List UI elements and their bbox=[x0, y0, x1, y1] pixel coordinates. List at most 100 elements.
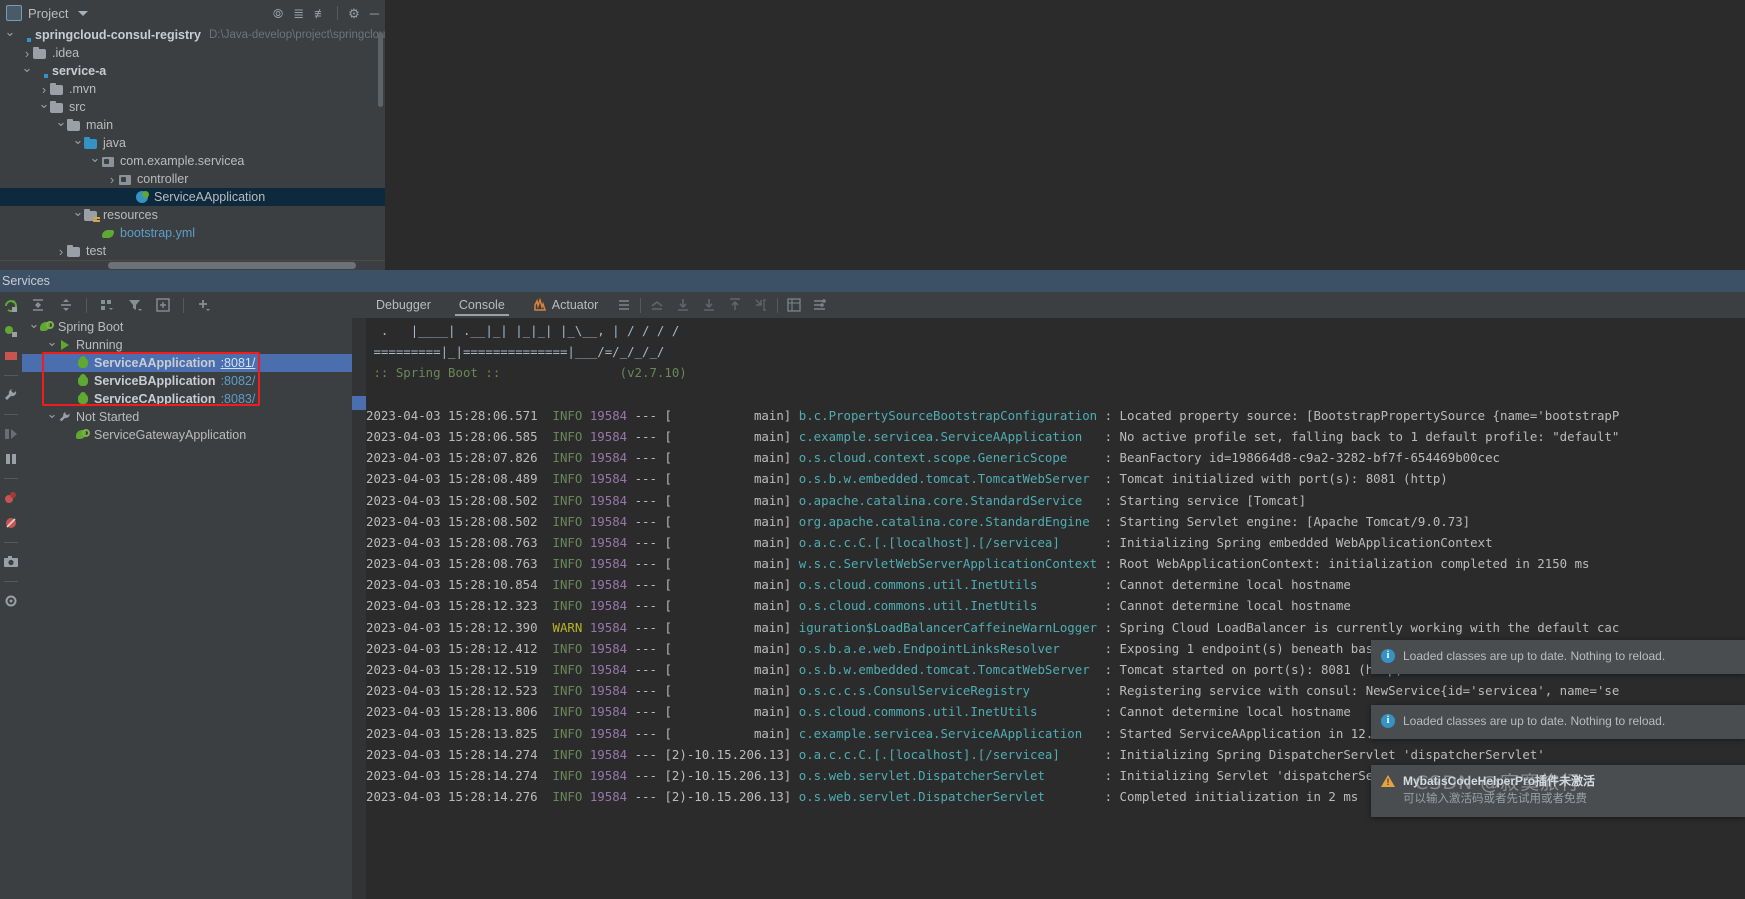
chevron-down-icon[interactable] bbox=[55, 117, 67, 133]
project-tree-row[interactable]: service-a bbox=[0, 62, 385, 80]
services-tree[interactable]: Spring Boot Running ServiceAApplication:80… bbox=[22, 318, 352, 899]
project-tree[interactable]: springcloud-consul-registry D:\Java-devel… bbox=[0, 26, 385, 270]
services-tree-row[interactable]: Not Started bbox=[22, 408, 352, 426]
tree-node-label: java bbox=[103, 136, 126, 150]
tab-console[interactable]: Console bbox=[445, 292, 519, 318]
run-panel-tabbar[interactable]: Debugger Console Actuator bbox=[352, 292, 1745, 318]
expand-all-icon[interactable]: ≣ bbox=[293, 7, 304, 20]
console-log-line: 2023-04-03 15:28:08.763 INFO 19584 --- [… bbox=[366, 534, 1493, 550]
debug-rerun-icon[interactable] bbox=[3, 323, 19, 339]
project-tree-row[interactable]: springcloud-consul-registry D:\Java-devel… bbox=[0, 26, 385, 44]
jump-to-end-icon[interactable] bbox=[753, 297, 769, 313]
add-frame-icon[interactable] bbox=[155, 297, 171, 313]
rerun-icon[interactable] bbox=[3, 298, 19, 314]
filter-icon[interactable] bbox=[127, 297, 143, 313]
expand-all-icon[interactable] bbox=[30, 297, 46, 313]
project-tree-row[interactable]: bootstrap.yml bbox=[0, 224, 385, 242]
settings-wrench-icon[interactable] bbox=[3, 387, 19, 403]
chevron-down-icon[interactable] bbox=[38, 99, 50, 115]
project-vertical-scrollbar[interactable] bbox=[378, 32, 383, 107]
stop-icon[interactable] bbox=[3, 348, 19, 364]
chevron-down-icon[interactable] bbox=[72, 135, 84, 151]
chevron-right-icon[interactable] bbox=[55, 244, 67, 259]
group-icon[interactable] bbox=[99, 297, 115, 313]
step-down-icon[interactable] bbox=[675, 297, 691, 313]
project-tree-row[interactable]: com.example.servicea bbox=[0, 152, 385, 170]
services-tree-row[interactable]: Spring Boot bbox=[22, 318, 352, 336]
console-banner-line: . |____| .__|_| |_|_| |_\__, | / / / / bbox=[366, 323, 680, 338]
tab-debugger[interactable]: Debugger bbox=[362, 292, 445, 318]
chevron-down-icon[interactable] bbox=[21, 63, 33, 79]
locate-icon[interactable]: ⦾ bbox=[273, 7, 283, 20]
step-over-icon[interactable] bbox=[3, 426, 19, 442]
project-tree-row[interactable]: controller bbox=[0, 170, 385, 188]
mute-breakpoints-icon[interactable] bbox=[3, 515, 19, 531]
console-log-line: 2023-04-03 15:28:08.489 INFO 19584 --- [… bbox=[366, 471, 1448, 487]
gear-icon[interactable]: ⚙ bbox=[348, 7, 360, 20]
tree-node-label: com.example.servicea bbox=[120, 154, 245, 168]
project-tree-row[interactable]: resources bbox=[0, 206, 385, 224]
tab-label: Console bbox=[458, 298, 505, 312]
table-icon[interactable] bbox=[786, 297, 802, 313]
toolbar-divider bbox=[640, 297, 642, 313]
services-tree-row[interactable]: ServiceCApplication:8083/ bbox=[22, 390, 352, 408]
tree-node-label: src bbox=[69, 100, 86, 114]
gear-icon[interactable] bbox=[3, 593, 19, 609]
services-tree-row[interactable]: Running bbox=[22, 336, 352, 354]
notification-balloon[interactable]: Loaded classes are up to date. Nothing t… bbox=[1371, 640, 1745, 674]
scroll-down-icon[interactable] bbox=[701, 297, 717, 313]
collapse-all-icon[interactable] bbox=[58, 297, 74, 313]
scroll-up-icon[interactable] bbox=[727, 297, 743, 313]
console-log-line: 2023-04-03 15:28:08.502 INFO 19584 --- [… bbox=[366, 513, 1471, 529]
breakpoints-icon[interactable] bbox=[3, 490, 19, 506]
pause-icon[interactable] bbox=[3, 451, 19, 467]
project-tree-row[interactable]: test bbox=[0, 242, 385, 260]
chevron-down-icon[interactable] bbox=[78, 10, 89, 16]
project-tree-row[interactable]: main bbox=[0, 116, 385, 134]
project-tree-row[interactable]: .mvn bbox=[0, 80, 385, 98]
restore-layout-icon[interactable] bbox=[649, 297, 665, 313]
project-tree-row[interactable]: ServiceAApplication bbox=[0, 188, 385, 206]
tab-actuator[interactable]: Actuator bbox=[519, 292, 613, 318]
run-icon bbox=[58, 338, 72, 352]
notification-balloon[interactable]: Loaded classes are up to date. Nothing t… bbox=[1371, 705, 1745, 739]
chevron-down-icon[interactable] bbox=[28, 319, 40, 335]
project-tree-row[interactable]: .idea bbox=[0, 44, 385, 62]
soft-wrap-icon[interactable] bbox=[616, 297, 632, 313]
folder-icon bbox=[67, 244, 82, 258]
project-tree-row[interactable]: java bbox=[0, 134, 385, 152]
services-toolbar[interactable] bbox=[22, 292, 352, 318]
chevron-down-icon[interactable] bbox=[46, 337, 58, 353]
scrollbar-thumb[interactable] bbox=[108, 262, 356, 269]
settings-icon[interactable] bbox=[812, 297, 828, 313]
chevron-right-icon[interactable] bbox=[38, 82, 50, 97]
project-horizontal-scrollbar[interactable] bbox=[0, 261, 385, 270]
tree-node-label: resources bbox=[103, 208, 158, 222]
services-node-label: Not Started bbox=[76, 410, 140, 424]
service-port-link[interactable]: :8083/ bbox=[221, 392, 256, 406]
notification-balloon-mybatis[interactable]: MybatisCodeHelperPro插件未激活 可以输入激活码或者先试用或者… bbox=[1371, 765, 1745, 817]
tree-node-label: .idea bbox=[52, 46, 80, 60]
folder-icon bbox=[33, 46, 48, 60]
rail-divider bbox=[4, 542, 18, 543]
services-tree-row[interactable]: ServiceGatewayApplication bbox=[22, 426, 352, 444]
minimize-icon[interactable]: ─ bbox=[370, 7, 379, 20]
chevron-down-icon[interactable] bbox=[72, 207, 84, 223]
run-actions-rail[interactable] bbox=[0, 292, 22, 899]
camera-icon[interactable] bbox=[3, 554, 19, 570]
services-tree-row[interactable]: ServiceAApplication:8081/ bbox=[22, 354, 352, 372]
services-tab-bar[interactable]: Services bbox=[0, 270, 1745, 292]
collapse-all-icon[interactable]: ≢ bbox=[314, 7, 327, 20]
services-tree-row[interactable]: ServiceBApplication:8082/ bbox=[22, 372, 352, 390]
chevron-down-icon[interactable] bbox=[4, 27, 16, 43]
services-node-label: ServiceGatewayApplication bbox=[94, 428, 247, 442]
service-port-link[interactable]: :8082/ bbox=[221, 374, 256, 388]
chevron-right-icon[interactable] bbox=[21, 46, 33, 61]
console-log-line: 2023-04-03 15:28:10.854 INFO 19584 --- [… bbox=[366, 577, 1351, 593]
chevron-right-icon[interactable] bbox=[106, 172, 118, 187]
add-icon[interactable] bbox=[196, 297, 212, 313]
chevron-down-icon[interactable] bbox=[46, 409, 58, 425]
service-port-link[interactable]: :8081/ bbox=[221, 356, 256, 370]
chevron-down-icon[interactable] bbox=[89, 153, 101, 169]
